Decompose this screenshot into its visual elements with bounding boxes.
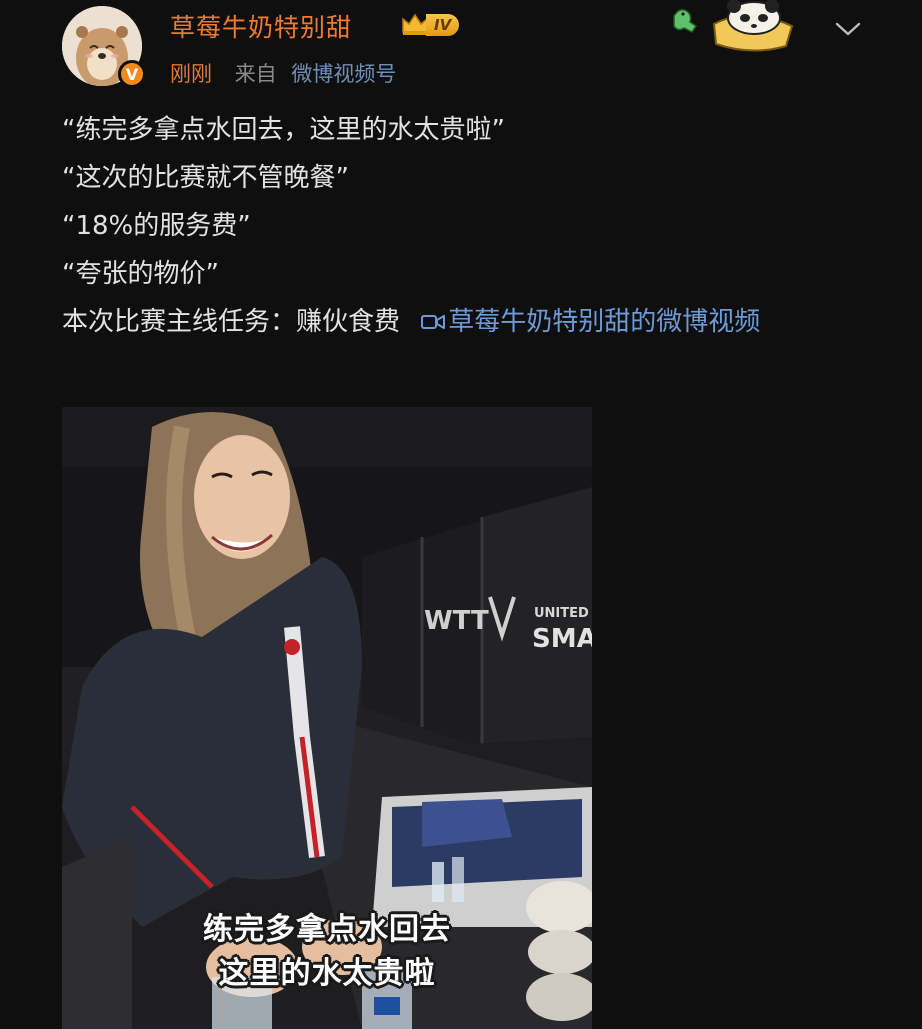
video-caption-line-1: 练完多拿点水回去 (203, 912, 451, 947)
vip-level: IV (426, 14, 460, 36)
mission-text: 本次比赛主线任务：赚伙食费 (62, 307, 401, 337)
post-time: 刚刚 (170, 62, 212, 86)
weibo-post: V 草莓牛奶特别甜 IV 刚刚 来自 微博视频号 “练完多拿点水回去，这里的水太 (0, 0, 922, 1029)
sticker-decoration-icon (673, 0, 794, 52)
content-line-2: “这次的比赛就不管晚餐” (62, 163, 349, 193)
content-line-1: “练完多拿点水回去，这里的水太贵啦” (62, 115, 505, 145)
from-label: 来自 (234, 62, 277, 86)
video-link[interactable]: 草莓牛奶特别甜的微博视频 (408, 307, 760, 337)
content-line-5: 本次比赛主线任务：赚伙食费 草莓牛奶特别甜的微博视频 (62, 298, 872, 346)
post-meta: 刚刚 来自 微博视频号 (170, 58, 396, 88)
banner-right-bottom: SMASH (532, 624, 592, 654)
video-link-label: 草莓牛奶特别甜的微博视频 (448, 307, 761, 337)
verified-badge-icon: V (118, 60, 146, 88)
content-line-4: “夸张的物价” (62, 259, 219, 289)
banner-left: WTT (424, 606, 489, 636)
video-player[interactable]: WTT UNITED STATES SMASH (62, 407, 592, 1029)
verified-mark: V (125, 64, 139, 84)
post-content: “练完多拿点水回去，这里的水太贵啦” “这次的比赛就不管晚餐” “18%的服务费… (62, 106, 872, 346)
chevron-down-icon[interactable] (834, 18, 862, 40)
content-line-3: “18%的服务费” (62, 211, 251, 241)
video-caption-line-2: 这里的水太贵啦 (218, 956, 436, 991)
banner-right-top: UNITED STATES (534, 606, 592, 621)
username[interactable]: 草莓牛奶特别甜 (170, 8, 352, 44)
post-source[interactable]: 微博视频号 (291, 62, 396, 86)
vip-badge[interactable]: IV (400, 12, 460, 38)
video-link-icon (421, 315, 446, 329)
